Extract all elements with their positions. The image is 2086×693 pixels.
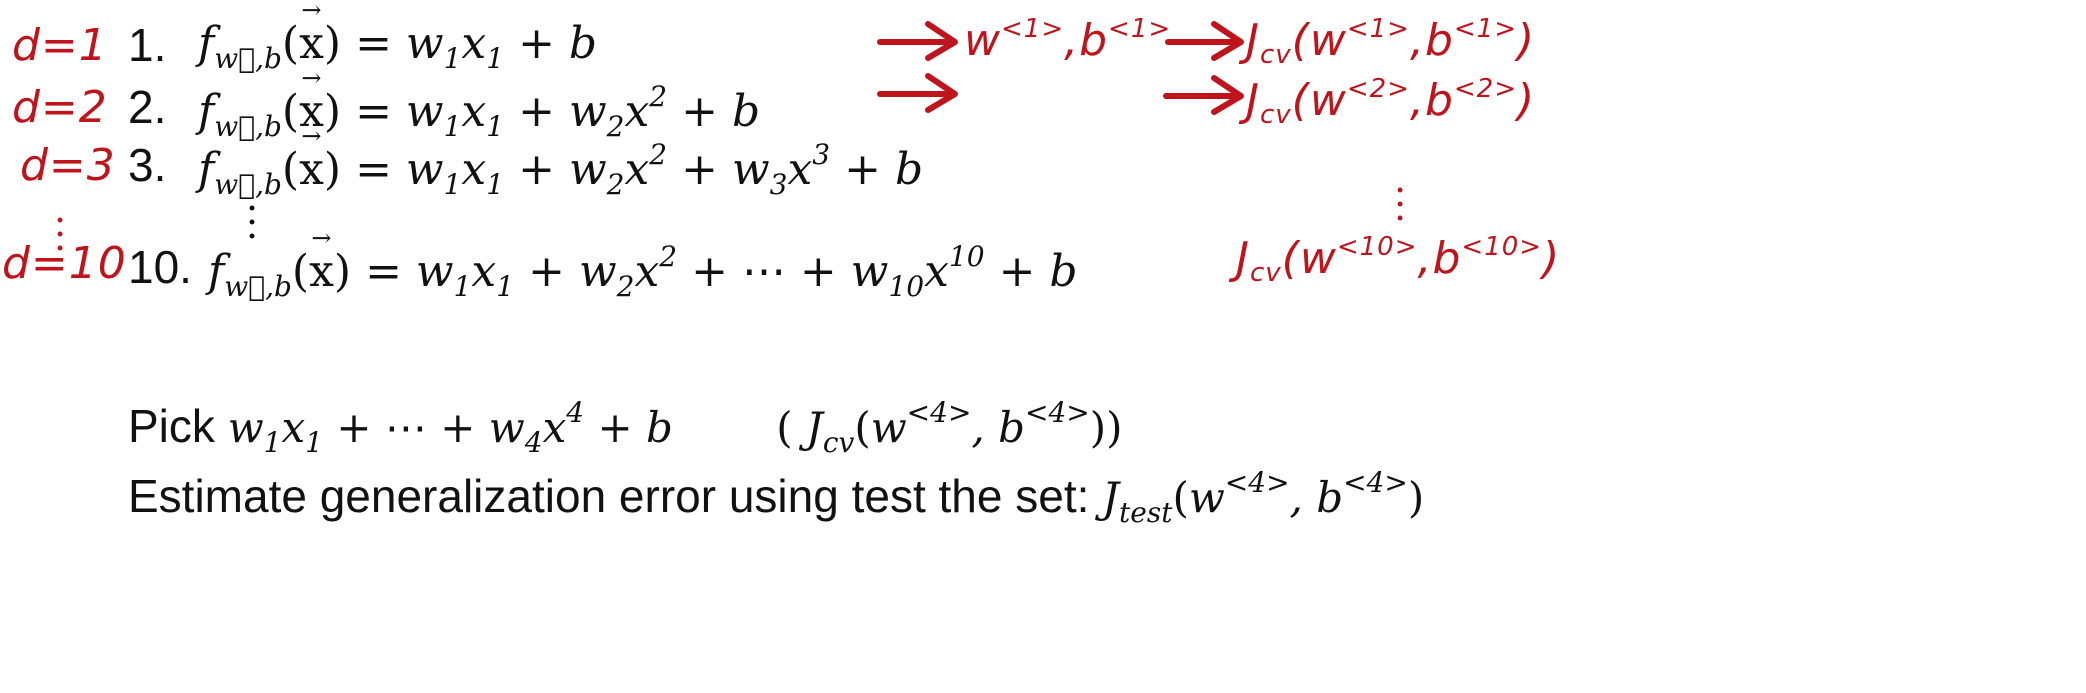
pick-model: w1x1 + ⋯ + w4x4 + b: [227, 396, 687, 459]
cost-vdots: ...: [1393, 157, 1407, 229]
cost-row1: Jcv(w<1>,b<1>): [1246, 14, 1536, 70]
arrow-row2-a: [877, 73, 958, 113]
estimate-label: Estimate generalization error using test…: [128, 470, 1090, 522]
pick-cost: ( Jcv(w<4>, b<4>)): [776, 396, 1123, 459]
arrow-row1-b: [1165, 21, 1244, 61]
arrow-row1-a: [877, 21, 958, 61]
estimate-line: Estimate generalization error using test…: [128, 466, 1424, 529]
annotation-arrows: [877, 21, 1244, 115]
cost-row10: Jcv(w<10>,b<10>): [1236, 232, 1561, 288]
pick-label: Pick: [128, 400, 215, 452]
test-cost: Jtest(w<4>, b<4>): [1102, 466, 1425, 529]
arrow-row2-b: [1163, 75, 1244, 115]
cost-row2: Jcv(w<2>,b<2>): [1246, 74, 1536, 130]
params-row1: w<1>,b<1>: [964, 14, 1172, 66]
pick-line: Pick w1x1 + ⋯ + w4x4 + b ( Jcv(w<4>, b<4…: [128, 396, 1123, 459]
